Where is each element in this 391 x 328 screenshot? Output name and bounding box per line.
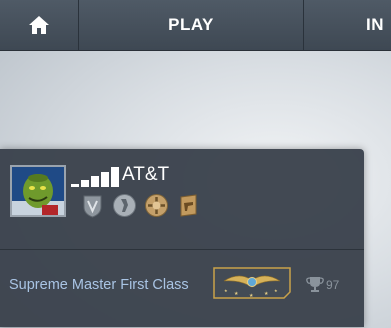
top-navigation: PLAY IN	[0, 0, 391, 51]
supreme-rank-icon[interactable]: ★ ★ ★ ★ ★	[210, 266, 294, 300]
svg-text:★: ★	[274, 288, 278, 293]
player-profile-card[interactable]: AT&T Supreme Master First Class ★ ★ ★ ★ …	[0, 149, 364, 327]
nav-inventory-label: IN	[366, 15, 384, 34]
nav-home-button[interactable]	[0, 0, 79, 50]
rank-label: Supreme Master First Class	[9, 277, 189, 293]
map-coin-icon[interactable]	[176, 193, 201, 218]
operation-coin-icon[interactable]	[144, 193, 169, 218]
divider	[0, 249, 364, 250]
svg-text:★: ★	[264, 291, 269, 297]
player-name[interactable]: AT&T	[122, 164, 169, 186]
nav-play-tab[interactable]: PLAY	[79, 0, 304, 50]
svg-text:★: ★	[224, 288, 228, 293]
home-icon	[29, 16, 49, 34]
service-medal-icon[interactable]	[80, 193, 105, 218]
nav-inventory-tab[interactable]: IN	[304, 0, 391, 50]
svg-text:★: ★	[249, 293, 254, 299]
svg-text:★: ★	[234, 291, 239, 297]
trophy-icon	[306, 277, 324, 292]
signal-bars-icon	[71, 167, 123, 187]
nav-play-label: PLAY	[168, 15, 214, 34]
wins-count: 97	[326, 278, 340, 292]
avatar[interactable]	[10, 165, 66, 217]
medal-showcase	[80, 193, 201, 218]
coin-medal-icon[interactable]	[112, 193, 137, 218]
avatar-image	[12, 167, 64, 215]
